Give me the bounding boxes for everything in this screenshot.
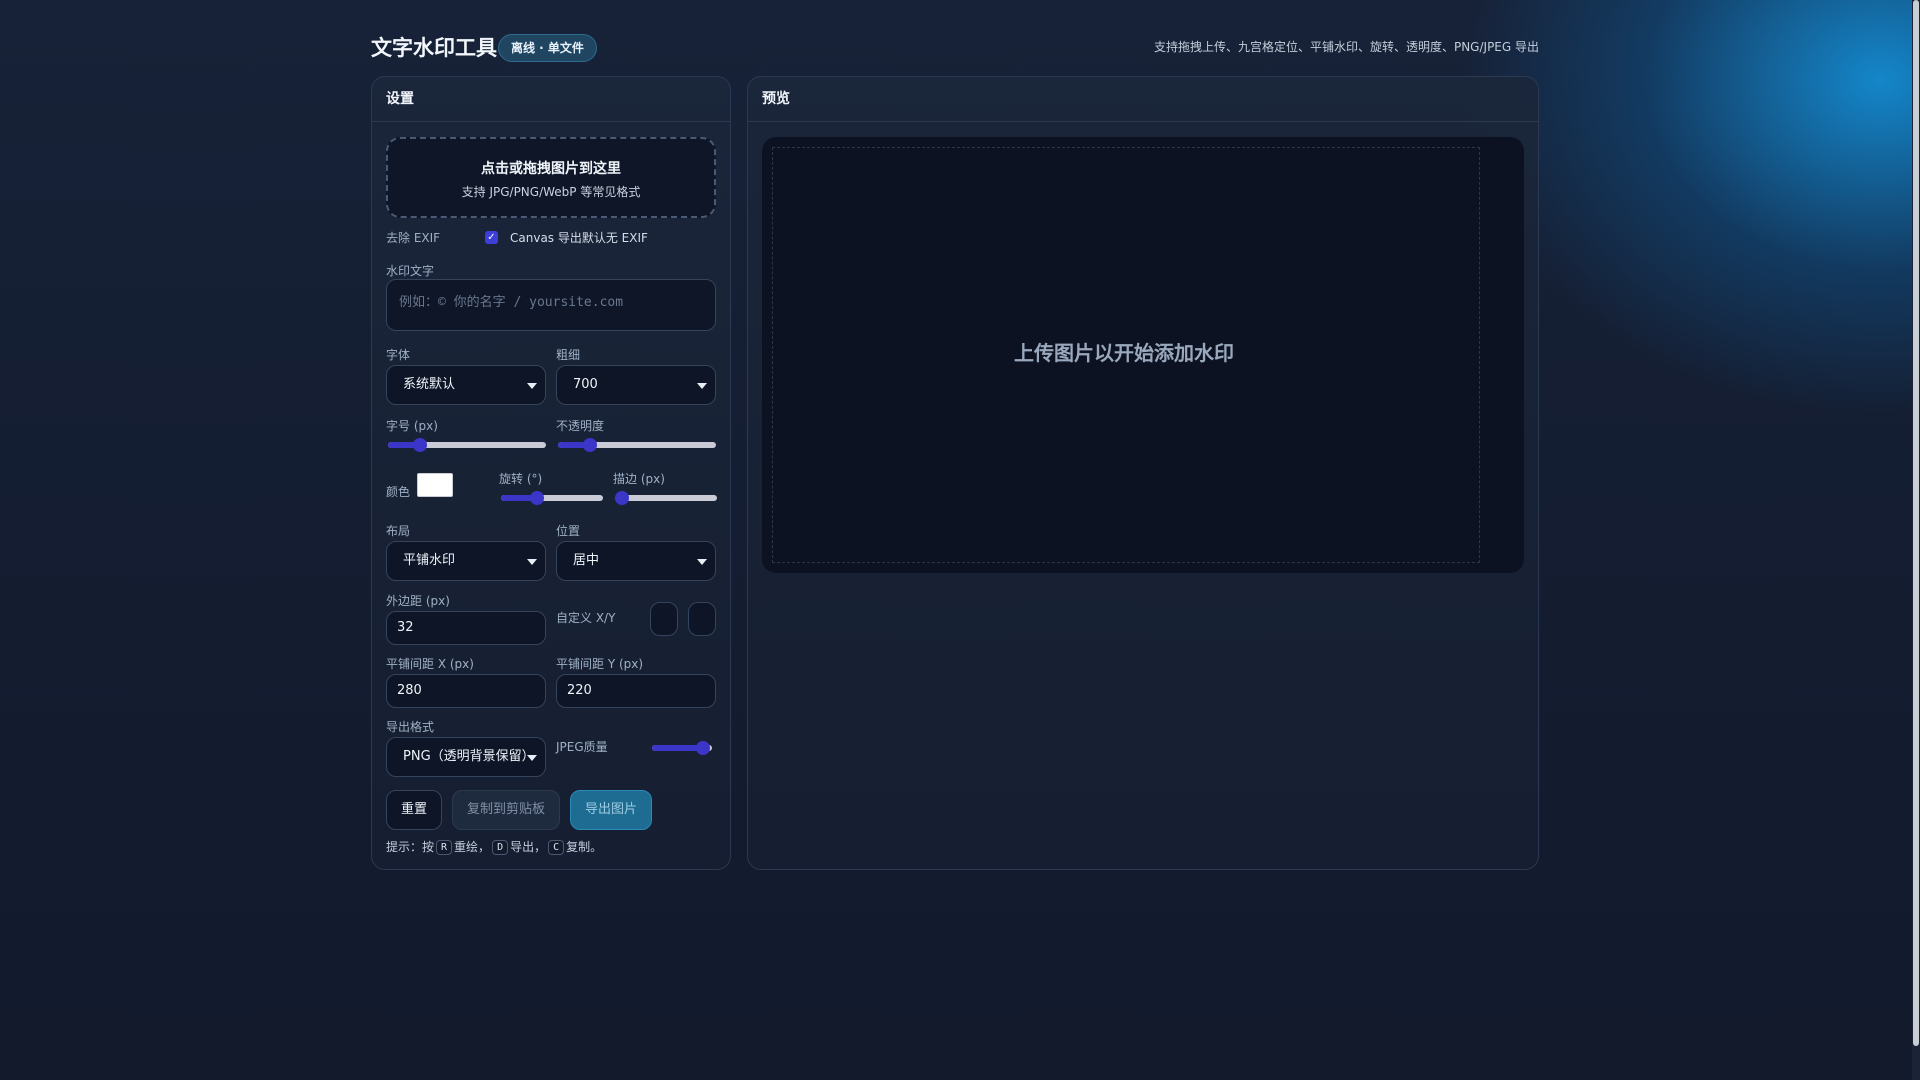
scrollbar-thumb[interactable] xyxy=(1913,0,1919,1046)
tile-gap-y-input[interactable]: 220 xyxy=(556,674,716,708)
chevron-down-icon xyxy=(527,559,537,565)
key-r: R xyxy=(436,840,453,855)
copy-to-clipboard-button[interactable]: 复制到剪贴板 xyxy=(452,790,560,830)
preview-canvas[interactable]: 上传图片以开始添加水印 xyxy=(762,137,1524,573)
mode-badge: 离线 · 单文件 xyxy=(498,34,597,62)
settings-heading: 设置 xyxy=(372,77,730,122)
hint-copy: 复制。 xyxy=(566,840,603,854)
margin-label: 外边距 (px) xyxy=(386,594,450,608)
watermark-text-label: 水印文字 xyxy=(386,264,435,278)
page-scrollbar[interactable] xyxy=(1912,0,1920,1080)
app-title: 文字水印工具 xyxy=(371,36,497,60)
tile-gap-y-label: 平铺间距 Y (px) xyxy=(556,657,644,671)
dropzone-title: 点击或拖拽图片到这里 xyxy=(481,161,621,177)
layout-label: 布局 xyxy=(386,524,411,538)
feature-description: 支持拖拽上传、九宫格定位、平铺水印、旋转、透明度、PNG/JPEG 导出 xyxy=(1153,40,1539,54)
slider-thumb[interactable] xyxy=(696,741,710,755)
export-image-button[interactable]: 导出图片 xyxy=(570,790,652,830)
layout-select[interactable]: 平铺水印 xyxy=(386,541,546,581)
export-format-select[interactable]: PNG（透明背景保留） xyxy=(386,737,546,777)
dropzone-subtitle: 支持 JPG/PNG/WebP 等常见格式 xyxy=(461,185,641,199)
key-c: C xyxy=(548,840,565,855)
preview-heading: 预览 xyxy=(748,77,1538,122)
chevron-down-icon xyxy=(527,755,537,761)
stroke-label: 描边 (px) xyxy=(613,472,665,486)
color-swatch[interactable] xyxy=(417,473,453,497)
page-header: 文字水印工具 离线 · 单文件 支持拖拽上传、九宫格定位、平铺水印、旋转、透明度… xyxy=(371,30,1539,66)
hint-redraw: 重绘， xyxy=(454,840,491,854)
stroke-slider[interactable] xyxy=(615,491,717,505)
slider-thumb[interactable] xyxy=(582,438,597,452)
preview-empty-message: 上传图片以开始添加水印 xyxy=(1014,341,1234,365)
key-d: D xyxy=(492,840,509,855)
reset-button[interactable]: 重置 xyxy=(386,790,442,830)
exif-checkbox[interactable]: ✓ xyxy=(485,231,498,244)
jpeg-quality-slider[interactable] xyxy=(652,741,712,755)
slider-thumb[interactable] xyxy=(529,491,544,505)
tile-gap-x-label: 平铺间距 X (px) xyxy=(386,657,474,671)
preview-panel: 预览 上传图片以开始添加水印 xyxy=(747,76,1539,870)
weight-label: 粗细 xyxy=(556,348,581,362)
hint-prefix: 提示：按 xyxy=(386,840,435,854)
chevron-down-icon xyxy=(697,383,707,389)
tile-gap-x-input[interactable]: 280 xyxy=(386,674,546,708)
weight-select[interactable]: 700 xyxy=(556,365,716,405)
upload-dropzone[interactable]: 点击或拖拽图片到这里 支持 JPG/PNG/WebP 等常见格式 xyxy=(386,137,716,218)
jpeg-quality-label: JPEG质量 xyxy=(556,740,608,754)
chevron-down-icon xyxy=(697,559,707,565)
position-select[interactable]: 居中 xyxy=(556,541,716,581)
opacity-slider[interactable] xyxy=(558,438,716,452)
font-size-label: 字号 (px) xyxy=(386,419,438,433)
export-format-label: 导出格式 xyxy=(386,720,435,734)
margin-input[interactable]: 32 xyxy=(386,611,546,645)
watermark-text-input[interactable]: 例如：© 你的名字 / yoursite.com xyxy=(386,279,716,331)
color-label: 颜色 xyxy=(386,485,411,499)
font-label: 字体 xyxy=(386,348,411,362)
chevron-down-icon xyxy=(527,383,537,389)
hint-export: 导出， xyxy=(510,840,547,854)
font-select-value: 系统默认 xyxy=(403,377,456,392)
slider-thumb[interactable] xyxy=(615,491,629,505)
custom-y-input[interactable] xyxy=(688,602,716,636)
rotation-label: 旋转 (°) xyxy=(499,472,543,486)
font-size-slider[interactable] xyxy=(388,438,546,452)
position-label: 位置 xyxy=(556,524,581,538)
settings-panel: 设置 点击或拖拽图片到这里 支持 JPG/PNG/WebP 等常见格式 去除 E… xyxy=(371,76,731,870)
custom-xy-label: 自定义 X/Y xyxy=(556,611,616,625)
opacity-label: 不透明度 xyxy=(556,419,605,433)
keyboard-hint: 提示：按 R 重绘， D 导出， C 复制。 xyxy=(386,838,602,855)
export-format-value: PNG（透明背景保留） xyxy=(403,749,535,764)
slider-thumb[interactable] xyxy=(412,438,427,452)
exif-label: 去除 EXIF xyxy=(386,231,441,245)
layout-select-value: 平铺水印 xyxy=(403,553,456,568)
weight-select-value: 700 xyxy=(573,377,598,392)
font-select[interactable]: 系统默认 xyxy=(386,365,546,405)
custom-x-input[interactable] xyxy=(650,602,678,636)
exif-checkbox-text: Canvas 导出默认无 EXIF xyxy=(510,231,648,245)
position-select-value: 居中 xyxy=(573,553,600,568)
rotation-slider[interactable] xyxy=(501,491,603,505)
